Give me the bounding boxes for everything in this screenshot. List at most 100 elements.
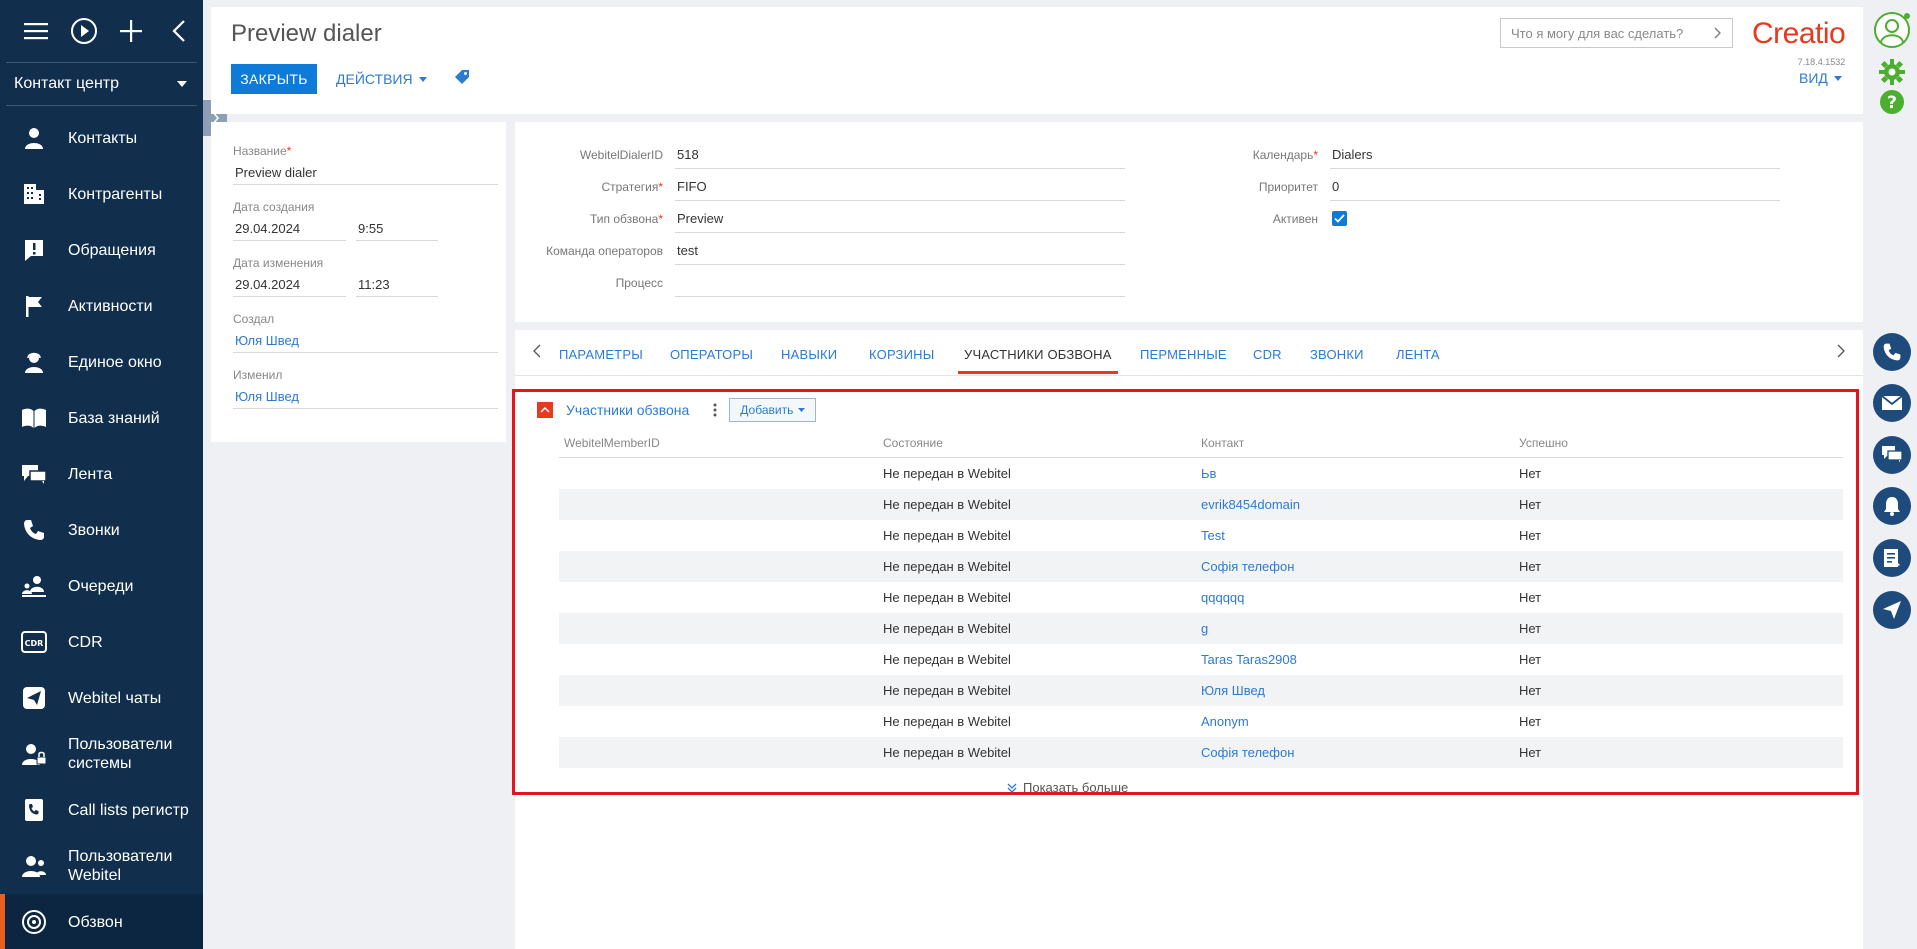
grid-header: WebitelMemberID Состояние Контакт Успешн… [559, 436, 1843, 458]
main-form: WebitelDialerID 518 Стратегия* FIFO Тип … [515, 122, 1863, 322]
detail-title[interactable]: Участники обзвона [566, 402, 689, 418]
tab-skills[interactable]: НАВЫКИ [781, 347, 837, 362]
help-button[interactable]: ? [1872, 82, 1912, 122]
view-button[interactable]: ВИД [1799, 70, 1842, 86]
sidebar-item-label: CDR [68, 633, 103, 651]
table-row[interactable]: Не передан в Webitel Софія телефон Нет [559, 737, 1843, 768]
sidebar-item-single-window[interactable]: Единое окно [0, 334, 203, 390]
sidebar-item-system-users[interactable]: Пользователи системы [0, 726, 203, 782]
dialer-id-input[interactable]: 518 [675, 141, 1125, 169]
sidebar-item-calls[interactable]: Звонки [0, 502, 203, 558]
play-button[interactable] [60, 11, 108, 51]
table-row[interactable]: Не передан в Webitel Anonym Нет [559, 706, 1843, 737]
tabs-scroll-right[interactable] [1837, 344, 1845, 363]
telegram-panel-button[interactable] [1872, 590, 1912, 630]
name-input[interactable]: Preview dialer [233, 161, 498, 185]
table-row[interactable]: Не передан в Webitel Софія телефон Нет [559, 551, 1843, 582]
workplace-selector[interactable]: Контакт центр [6, 62, 197, 106]
tab-dialer-members[interactable]: УЧАСТНИКИ ОБЗВОНА [958, 347, 1118, 374]
sidebar-item-feed[interactable]: Лента [0, 446, 203, 502]
tab-variables[interactable]: ПЕРМЕННЫЕ [1140, 347, 1227, 362]
contact-link[interactable]: g [1196, 621, 1514, 636]
tab-operators[interactable]: ОПЕРАТОРЫ [670, 347, 753, 362]
sidebar-item-label: Единое окно [68, 353, 162, 371]
contact-link[interactable]: Test [1196, 528, 1514, 543]
column-header[interactable]: Успешно [1514, 436, 1843, 457]
strategy-input[interactable]: FIFO [675, 173, 1125, 201]
sidebar-item-cases[interactable]: Обращения [0, 222, 203, 278]
person-icon [20, 124, 48, 152]
tab-buckets[interactable]: КОРЗИНЫ [869, 347, 934, 362]
modified-time-input[interactable]: 11:23 [356, 273, 438, 297]
detail-menu-button[interactable] [709, 403, 721, 417]
tab-feed[interactable]: ЛЕНТА [1396, 347, 1440, 362]
contact-link[interactable]: Софія телефон [1196, 745, 1514, 760]
actions-button[interactable]: ДЕЙСТВИЯ [336, 64, 427, 94]
priority-input[interactable]: 0 [1330, 173, 1780, 201]
operator-team-input[interactable]: test [675, 237, 1125, 265]
column-header[interactable]: WebitelMemberID [559, 436, 878, 457]
tabs-scroll-left[interactable] [533, 344, 541, 363]
modified-by-link[interactable]: Юля Швед [233, 385, 498, 409]
table-row[interactable]: Не передан в Webitel evrik8454domain Нет [559, 489, 1843, 520]
chevron-left-icon [172, 20, 185, 42]
sidebar-item-webitel-users[interactable]: Пользователи Webitel [0, 838, 203, 894]
sidebar-item-accounts[interactable]: Контрагенты [0, 166, 203, 222]
sidebar-item-dialer[interactable]: Обзвон [0, 894, 203, 949]
column-header[interactable]: Контакт [1196, 436, 1514, 457]
table-row[interactable]: Не передан в Webitel g Нет [559, 613, 1843, 644]
sidebar-item-contacts[interactable]: Контакты [0, 110, 203, 166]
table-row[interactable]: Не передан в Webitel qqqqqq Нет [559, 582, 1843, 613]
tab-cdr[interactable]: CDR [1253, 347, 1282, 362]
contact-link[interactable]: Taras Taras2908 [1196, 652, 1514, 667]
profile-button[interactable] [1872, 10, 1912, 50]
notifications-panel-button[interactable] [1872, 486, 1912, 526]
contact-link[interactable]: Anonym [1196, 714, 1514, 729]
table-row[interactable]: Не передан в Webitel Taras Taras2908 Нет [559, 644, 1843, 675]
email-panel-button[interactable] [1872, 383, 1912, 423]
created-time-input[interactable]: 9:55 [356, 217, 438, 241]
modified-by-field: Изменил Юля Швед [233, 368, 498, 409]
operator-team-row: Команда операторов test [515, 237, 1125, 265]
sidebar-item-activities[interactable]: Активности [0, 278, 203, 334]
sidebar-item-knowledge-base[interactable]: База знаний [0, 390, 203, 446]
modified-date-input[interactable]: 29.04.2024 [233, 273, 346, 297]
sidebar-item-cdr[interactable]: CDR CDR [0, 614, 203, 670]
chat-panel-button[interactable] [1872, 435, 1912, 475]
calendar-input[interactable]: Dialers [1330, 141, 1780, 169]
show-more-button[interactable]: Показать больше [1007, 780, 1128, 795]
created-by-link[interactable]: Юля Швед [233, 329, 498, 353]
sidebar-item-call-lists[interactable]: Call lists регистр [0, 782, 203, 838]
active-checkbox[interactable] [1332, 211, 1347, 226]
contact-link[interactable]: Юля Швед [1196, 683, 1514, 698]
command-search-input[interactable]: Что я могу для вас сделать? [1500, 18, 1733, 48]
menu-button[interactable] [12, 11, 60, 51]
process-input[interactable] [675, 269, 1125, 297]
contact-link[interactable]: Ьв [1196, 466, 1514, 481]
phone-panel-button[interactable] [1872, 332, 1912, 372]
call-list-panel-button[interactable] [1872, 538, 1912, 578]
table-row[interactable]: Не передан в Webitel Test Нет [559, 520, 1843, 551]
column-header[interactable]: Состояние [878, 436, 1196, 457]
dialer-type-input[interactable]: Preview [675, 205, 1125, 233]
show-more-label: Показать больше [1023, 780, 1129, 795]
add-button[interactable] [108, 11, 156, 51]
contact-link[interactable]: Софія телефон [1196, 559, 1514, 574]
back-button[interactable] [155, 11, 203, 51]
contact-link[interactable]: qqqqqq [1196, 590, 1514, 605]
table-row[interactable]: Не передан в Webitel Юля Швед Нет [559, 675, 1843, 706]
operator-team-label: Команда операторов [546, 244, 663, 258]
sidebar-item-queues[interactable]: Очереди [0, 558, 203, 614]
created-date-input[interactable]: 29.04.2024 [233, 217, 346, 241]
sidebar-item-webitel-chats[interactable]: Webitel чаты [0, 670, 203, 726]
close-button[interactable]: ЗАКРЫТЬ [231, 64, 317, 94]
contact-link[interactable]: evrik8454domain [1196, 497, 1514, 512]
tag-button[interactable] [454, 69, 470, 90]
add-member-button[interactable]: Добавить [729, 398, 817, 422]
tab-parameters[interactable]: ПАРАМЕТРЫ [559, 347, 643, 362]
detail-collapse-button[interactable] [537, 402, 553, 418]
table-row[interactable]: Не передан в Webitel Ьв Нет [559, 458, 1843, 489]
users-icon [20, 852, 48, 880]
sidebar-item-label: Обращения [68, 241, 156, 259]
tab-calls[interactable]: ЗВОНКИ [1310, 347, 1364, 362]
